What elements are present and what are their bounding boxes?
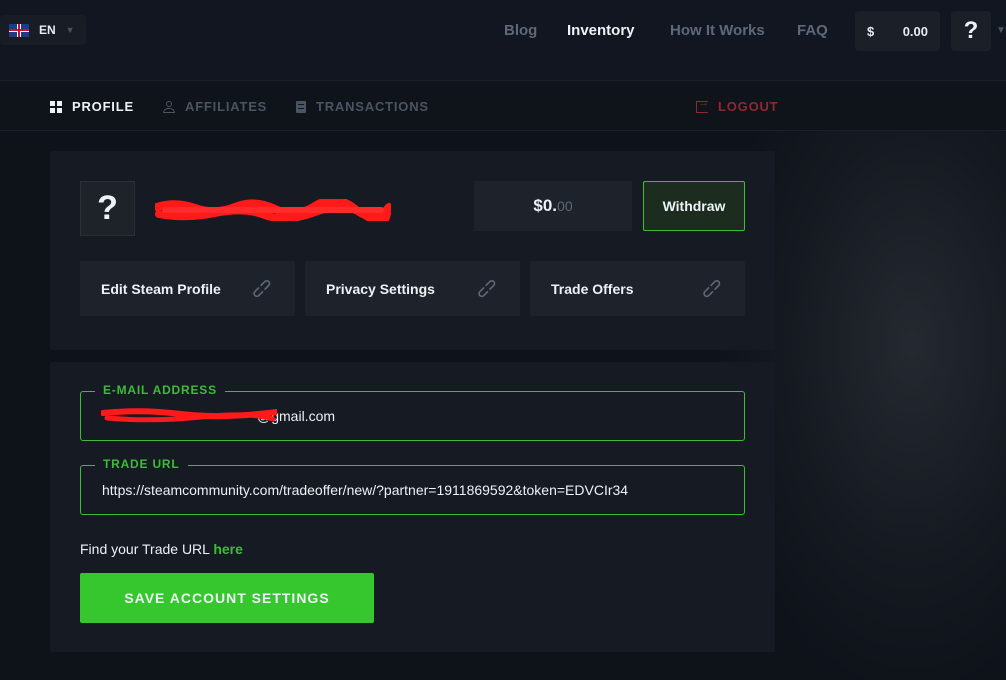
nav-link-inventory[interactable]: Inventory <box>567 22 635 39</box>
help-button[interactable]: ? <box>951 11 991 51</box>
chevron-down-icon: ▼ <box>996 25 1006 36</box>
language-selector[interactable]: EN ▼ <box>0 15 86 45</box>
profile-card: ? $0. 00 Withdraw Edit Steam Profile ⊂⊃ P… <box>50 151 775 350</box>
account-settings-card: E-MAIL ADDRESS @gmail.com TRADE URL http… <box>50 362 775 652</box>
user-icon <box>163 100 175 113</box>
username-redacted <box>155 199 391 221</box>
redaction-scribble <box>155 199 391 221</box>
withdraw-button[interactable]: Withdraw <box>643 181 745 231</box>
tab-affiliates[interactable]: AFFILIATES <box>163 99 267 114</box>
logout-label: LOGOUT <box>718 99 779 114</box>
avatar: ? <box>80 181 135 236</box>
link-icon: ⊂⊃ <box>696 274 725 303</box>
logout-icon <box>696 97 710 113</box>
email-label: E-MAIL ADDRESS <box>95 383 225 397</box>
balance-cents: 00 <box>557 198 573 214</box>
chevron-down-icon: ▼ <box>65 25 75 35</box>
nav-link-how-it-works[interactable]: How It Works <box>670 22 765 39</box>
tab-profile[interactable]: PROFILE <box>50 99 134 114</box>
tab-transactions-label: TRANSACTIONS <box>316 99 429 114</box>
nav-link-blog[interactable]: Blog <box>504 22 537 39</box>
logout-link[interactable]: LOGOUT <box>696 97 779 114</box>
link-icon: ⊂⊃ <box>246 274 275 303</box>
trade-offers-label: Trade Offers <box>551 280 634 297</box>
top-navigation-bar: EN ▼ Blog Inventory How It Works FAQ $ 0… <box>0 0 1006 81</box>
edit-steam-profile-label: Edit Steam Profile <box>101 280 221 297</box>
find-trade-url-text: Find your Trade URL here <box>80 541 243 557</box>
list-icon <box>296 100 306 113</box>
find-trade-url-link[interactable]: here <box>213 541 243 557</box>
uk-flag-icon <box>9 23 29 37</box>
language-code: EN <box>39 23 56 37</box>
email-field[interactable]: E-MAIL ADDRESS @gmail.com <box>80 383 745 441</box>
balance-amount: 0.00 <box>902 23 928 39</box>
privacy-settings-label: Privacy Settings <box>326 280 435 297</box>
tab-transactions[interactable]: TRANSACTIONS <box>296 99 429 114</box>
privacy-settings-button[interactable]: Privacy Settings ⊂⊃ <box>305 261 520 316</box>
tab-profile-label: PROFILE <box>72 99 134 114</box>
edit-steam-profile-button[interactable]: Edit Steam Profile ⊂⊃ <box>80 261 295 316</box>
tab-affiliates-label: AFFILIATES <box>185 99 268 114</box>
trade-offers-button[interactable]: Trade Offers ⊂⊃ <box>530 261 745 316</box>
trade-url-label: TRADE URL <box>95 457 188 471</box>
redaction-scribble <box>101 408 277 423</box>
grid-icon <box>50 100 62 113</box>
profile-balance: $0. 00 <box>474 181 632 231</box>
balance-main: $0. <box>533 196 558 215</box>
link-icon: ⊂⊃ <box>471 274 500 303</box>
trade-url-value: https://steamcommunity.com/tradeoffer/ne… <box>102 482 629 498</box>
save-account-settings-button[interactable]: SAVE ACCOUNT SETTINGS <box>80 573 374 623</box>
header-balance[interactable]: $ 0.00 <box>855 11 940 51</box>
account-tabs: PROFILE AFFILIATES TRANSACTIONS LOGOUT <box>0 81 1006 131</box>
trade-url-field[interactable]: TRADE URL https://steamcommunity.com/tra… <box>80 457 745 515</box>
nav-link-faq[interactable]: FAQ <box>797 22 828 39</box>
currency-symbol: $ <box>867 23 875 39</box>
